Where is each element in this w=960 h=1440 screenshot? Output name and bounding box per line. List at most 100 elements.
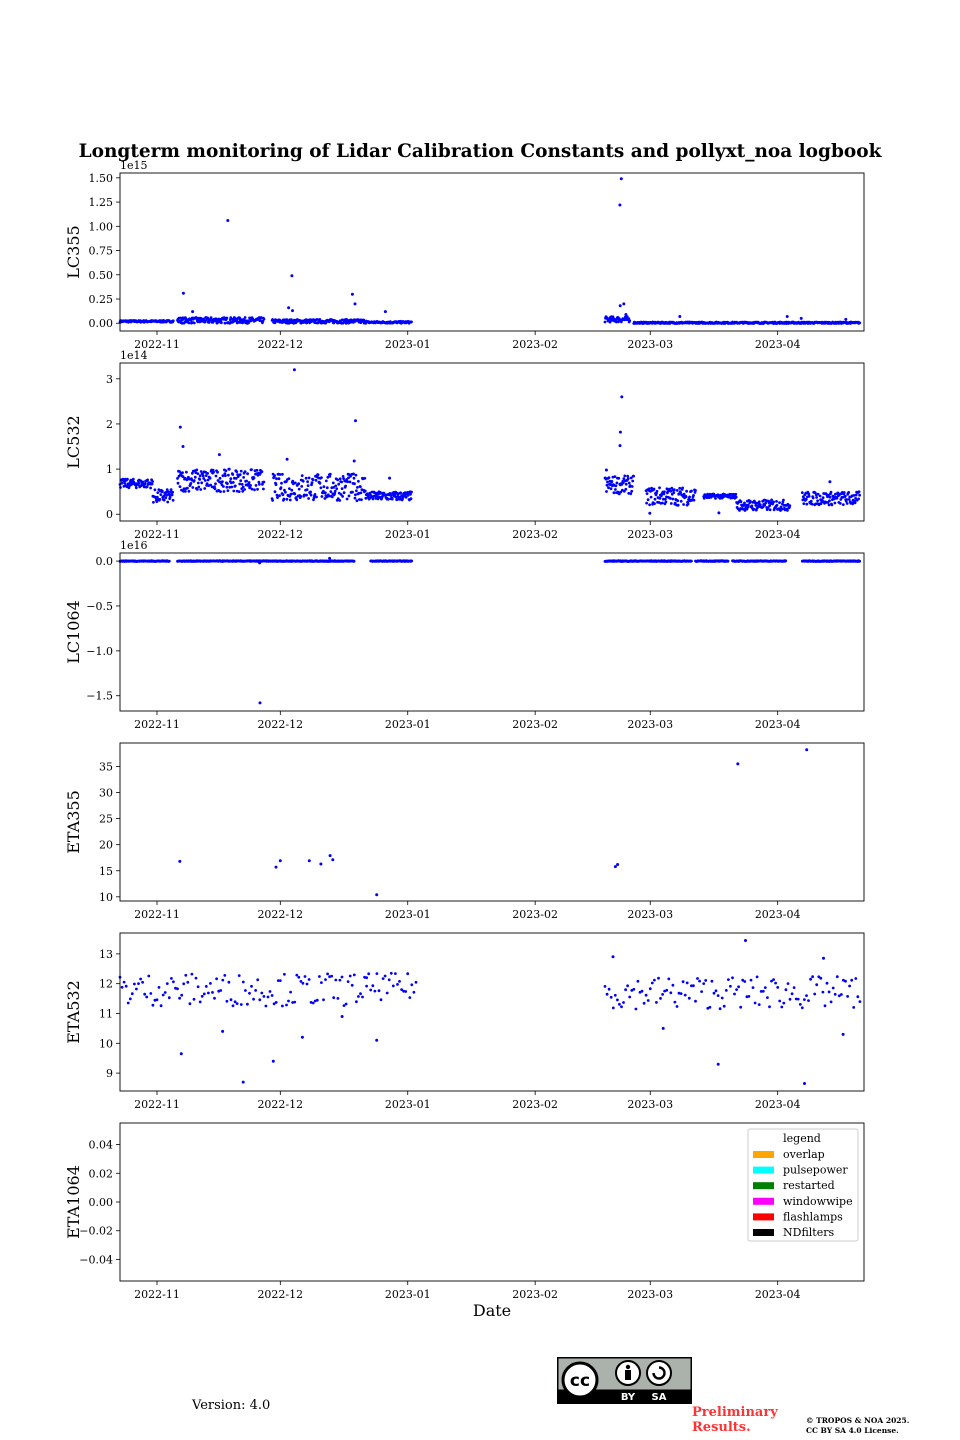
data-point-142 bbox=[408, 996, 412, 999]
data-point-164 bbox=[640, 989, 644, 993]
data-point-291 bbox=[273, 490, 277, 494]
data-point-304 bbox=[280, 481, 283, 485]
data-point-324 bbox=[289, 492, 293, 496]
data-point-83 bbox=[159, 493, 163, 496]
data-point-147 bbox=[605, 992, 609, 996]
data-point-667 bbox=[664, 497, 667, 501]
data-point-390 bbox=[322, 485, 326, 489]
data-point-437 bbox=[345, 497, 349, 501]
data-point-18 bbox=[155, 998, 159, 1002]
data-point-273 bbox=[271, 1059, 275, 1063]
data-point-121 bbox=[365, 976, 368, 980]
data-point-315 bbox=[285, 497, 289, 501]
data-point-153 bbox=[618, 1002, 621, 1006]
data-point-164 bbox=[203, 487, 207, 490]
data-point-414 bbox=[334, 484, 338, 488]
data-point-275 bbox=[258, 482, 261, 486]
data-point-237 bbox=[239, 479, 243, 483]
data-point-824 bbox=[749, 500, 752, 503]
data-point-1025 bbox=[285, 457, 289, 461]
data-point-100 bbox=[324, 978, 327, 981]
data-point-187 bbox=[214, 474, 218, 478]
preliminary-note: Preliminary Results. bbox=[692, 1405, 778, 1435]
data-point-28 bbox=[176, 987, 179, 991]
axes-frame bbox=[119, 742, 865, 902]
y-tick-label: 20 bbox=[99, 839, 113, 852]
x-tick-label: 2023-04 bbox=[755, 338, 801, 351]
data-point-320 bbox=[288, 487, 291, 490]
data-point-162 bbox=[636, 979, 640, 983]
data-point-81 bbox=[158, 498, 162, 501]
data-point-303 bbox=[279, 486, 283, 490]
data-point-679 bbox=[669, 502, 673, 505]
data-point-2 bbox=[122, 980, 126, 984]
data-point-438 bbox=[346, 480, 349, 484]
data-point-236 bbox=[238, 473, 242, 477]
data-point-891 bbox=[782, 498, 785, 502]
data-point-6 bbox=[130, 992, 134, 996]
data-point-245 bbox=[243, 488, 247, 491]
data-point-529 bbox=[390, 497, 394, 501]
data-point-66 bbox=[254, 989, 257, 992]
data-point-386 bbox=[320, 495, 324, 498]
data-point-996 bbox=[845, 502, 849, 505]
data-point-78 bbox=[278, 979, 282, 982]
data-point-22 bbox=[163, 991, 167, 994]
data-point-77 bbox=[156, 491, 160, 494]
data-point-448 bbox=[351, 490, 354, 494]
data-point-253 bbox=[823, 1004, 827, 1008]
data-point-10 bbox=[123, 482, 127, 485]
data-point-1078 bbox=[858, 321, 862, 325]
x-tick-label: 2022-11 bbox=[134, 1288, 180, 1301]
data-point-256 bbox=[829, 1000, 833, 1004]
data-point-820 bbox=[747, 503, 750, 507]
data-point-1080 bbox=[191, 310, 195, 314]
data-point-384 bbox=[319, 486, 323, 490]
data-point-205 bbox=[223, 321, 227, 325]
data-point-148 bbox=[607, 987, 611, 991]
data-point-30 bbox=[180, 993, 184, 997]
data-point-4 bbox=[120, 481, 124, 485]
data-point-382 bbox=[318, 481, 322, 485]
data-point-569 bbox=[603, 320, 607, 324]
data-point-243 bbox=[803, 998, 806, 1001]
data-point-1 bbox=[120, 985, 124, 989]
data-point-385 bbox=[320, 476, 323, 479]
data-point-33 bbox=[134, 486, 138, 490]
data-point-246 bbox=[809, 977, 812, 981]
data-point-1085 bbox=[350, 292, 354, 296]
data-point-169 bbox=[650, 981, 654, 985]
data-point-990 bbox=[842, 491, 846, 494]
data-point-149 bbox=[609, 995, 613, 999]
data-point-827 bbox=[750, 504, 754, 508]
data-point-52 bbox=[225, 999, 229, 1003]
data-point-54 bbox=[229, 998, 233, 1002]
y-tick-label: −1.0 bbox=[86, 645, 113, 658]
data-point-458 bbox=[356, 486, 359, 489]
data-point-577 bbox=[607, 476, 611, 479]
data-point-106 bbox=[336, 997, 340, 1000]
data-point-246 bbox=[243, 316, 247, 319]
data-point-699 bbox=[679, 499, 683, 503]
data-point-635 bbox=[648, 503, 651, 507]
data-point-363 bbox=[309, 490, 312, 494]
data-point-11 bbox=[141, 980, 145, 984]
data-point-110 bbox=[176, 481, 180, 485]
data-point-919 bbox=[807, 494, 811, 498]
y-offset-label: 1e15 bbox=[120, 159, 148, 172]
data-point-209 bbox=[225, 485, 229, 489]
data-point-257 bbox=[249, 484, 252, 487]
data-points-eta532 bbox=[118, 939, 862, 1085]
data-point-107 bbox=[171, 490, 175, 494]
data-point-166 bbox=[644, 993, 648, 997]
data-point-268 bbox=[854, 977, 858, 980]
data-point-225 bbox=[766, 996, 769, 999]
data-point-181 bbox=[675, 1005, 679, 1008]
data-point-719 bbox=[690, 559, 693, 563]
data-point-1094 bbox=[785, 315, 789, 318]
data-point-460 bbox=[357, 479, 360, 483]
data-point-1 bbox=[119, 486, 122, 489]
data-point-374 bbox=[314, 478, 318, 482]
data-point-629 bbox=[645, 501, 648, 505]
data-point-656 bbox=[658, 496, 662, 500]
